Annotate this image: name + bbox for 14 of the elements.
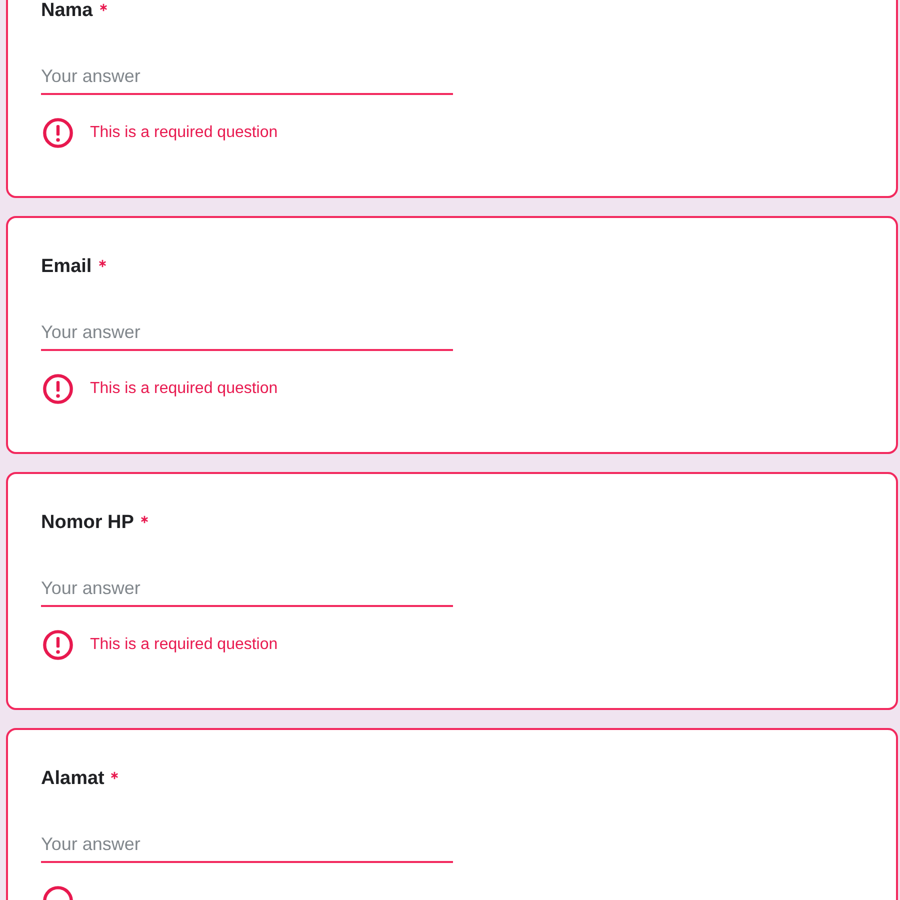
question-title: Email	[41, 256, 92, 278]
error-message: This is a required question	[90, 124, 278, 142]
question-title: Nomor HP	[41, 512, 134, 534]
error-message: This is a required question	[90, 380, 278, 398]
answer-field[interactable]: Your answer	[41, 318, 453, 351]
question-title: Alamat	[41, 768, 104, 790]
error-icon	[42, 373, 74, 405]
error-icon	[42, 117, 74, 149]
question-title: Nama	[41, 0, 93, 22]
answer-field[interactable]: Your answer	[41, 574, 453, 607]
error-message: This is a required question	[90, 636, 278, 654]
error-icon	[42, 629, 74, 661]
answer-field[interactable]: Your answer	[41, 62, 453, 95]
answer-field[interactable]: Your answer	[41, 830, 453, 863]
